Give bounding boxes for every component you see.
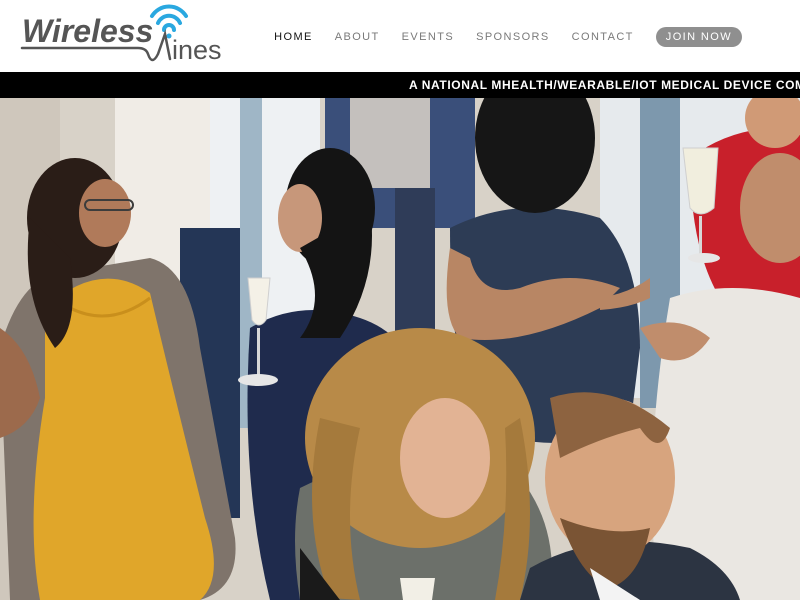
tagline-text: A NATIONAL MHEALTH/WEARABLE/IOT MEDICAL … [409,78,800,92]
wifi-icon [150,4,188,32]
main-nav: HOME ABOUT EVENTS SPONSORS CONTACT JOIN … [252,27,742,47]
wireless-lines-logo[interactable]: Wireless ines [20,4,225,70]
logo-text-primary: Wireless [22,13,153,49]
nav-contact[interactable]: CONTACT [572,31,634,43]
logo-graphic: Wireless ines [20,4,222,65]
site-header: Wireless ines HOME ABOUT EVENTS SPONSORS… [0,0,800,72]
networking-event-photo [0,98,800,600]
hero-image [0,98,800,600]
tagline-bar: A NATIONAL MHEALTH/WEARABLE/IOT MEDICAL … [0,72,800,98]
nav-home[interactable]: HOME [274,31,313,43]
join-now-button[interactable]: JOIN NOW [655,27,742,47]
nav-about[interactable]: ABOUT [335,31,380,43]
logo-text-secondary: ines [172,35,222,65]
nav-events[interactable]: EVENTS [402,31,454,43]
nav-sponsors[interactable]: SPONSORS [476,31,550,43]
